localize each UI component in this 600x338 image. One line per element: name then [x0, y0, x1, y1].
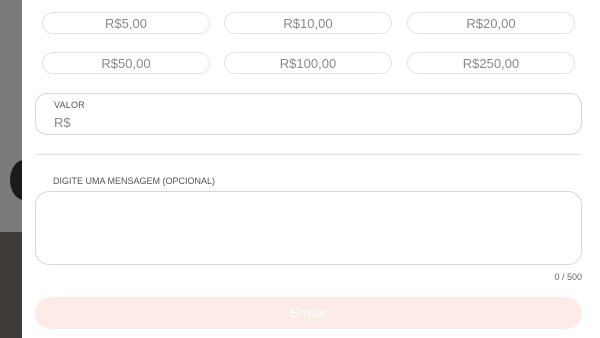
amount-chip-10[interactable]: R$10,00	[224, 12, 392, 34]
currency-prefix: R$	[54, 115, 71, 130]
amount-chip-100[interactable]: R$100,00	[224, 52, 392, 74]
character-counter: 0 / 500	[554, 272, 582, 282]
send-button[interactable]: Enviar	[35, 297, 582, 329]
donation-modal: R$5,00 R$10,00 R$20,00 R$50,00 R$100,00 …	[22, 0, 600, 338]
background-photo	[0, 232, 22, 338]
message-textarea[interactable]	[35, 191, 582, 265]
amount-chip-20[interactable]: R$20,00	[407, 12, 575, 34]
message-label: DIGITE UMA MENSAGEM (OPCIONAL)	[53, 176, 216, 186]
valor-label: VALOR	[54, 100, 85, 110]
amount-chip-5[interactable]: R$5,00	[42, 12, 210, 34]
amount-chip-250[interactable]: R$250,00	[407, 52, 575, 74]
amount-chip-50[interactable]: R$50,00	[42, 52, 210, 74]
valor-input[interactable]: VALOR R$	[35, 93, 582, 135]
section-divider	[35, 154, 582, 155]
